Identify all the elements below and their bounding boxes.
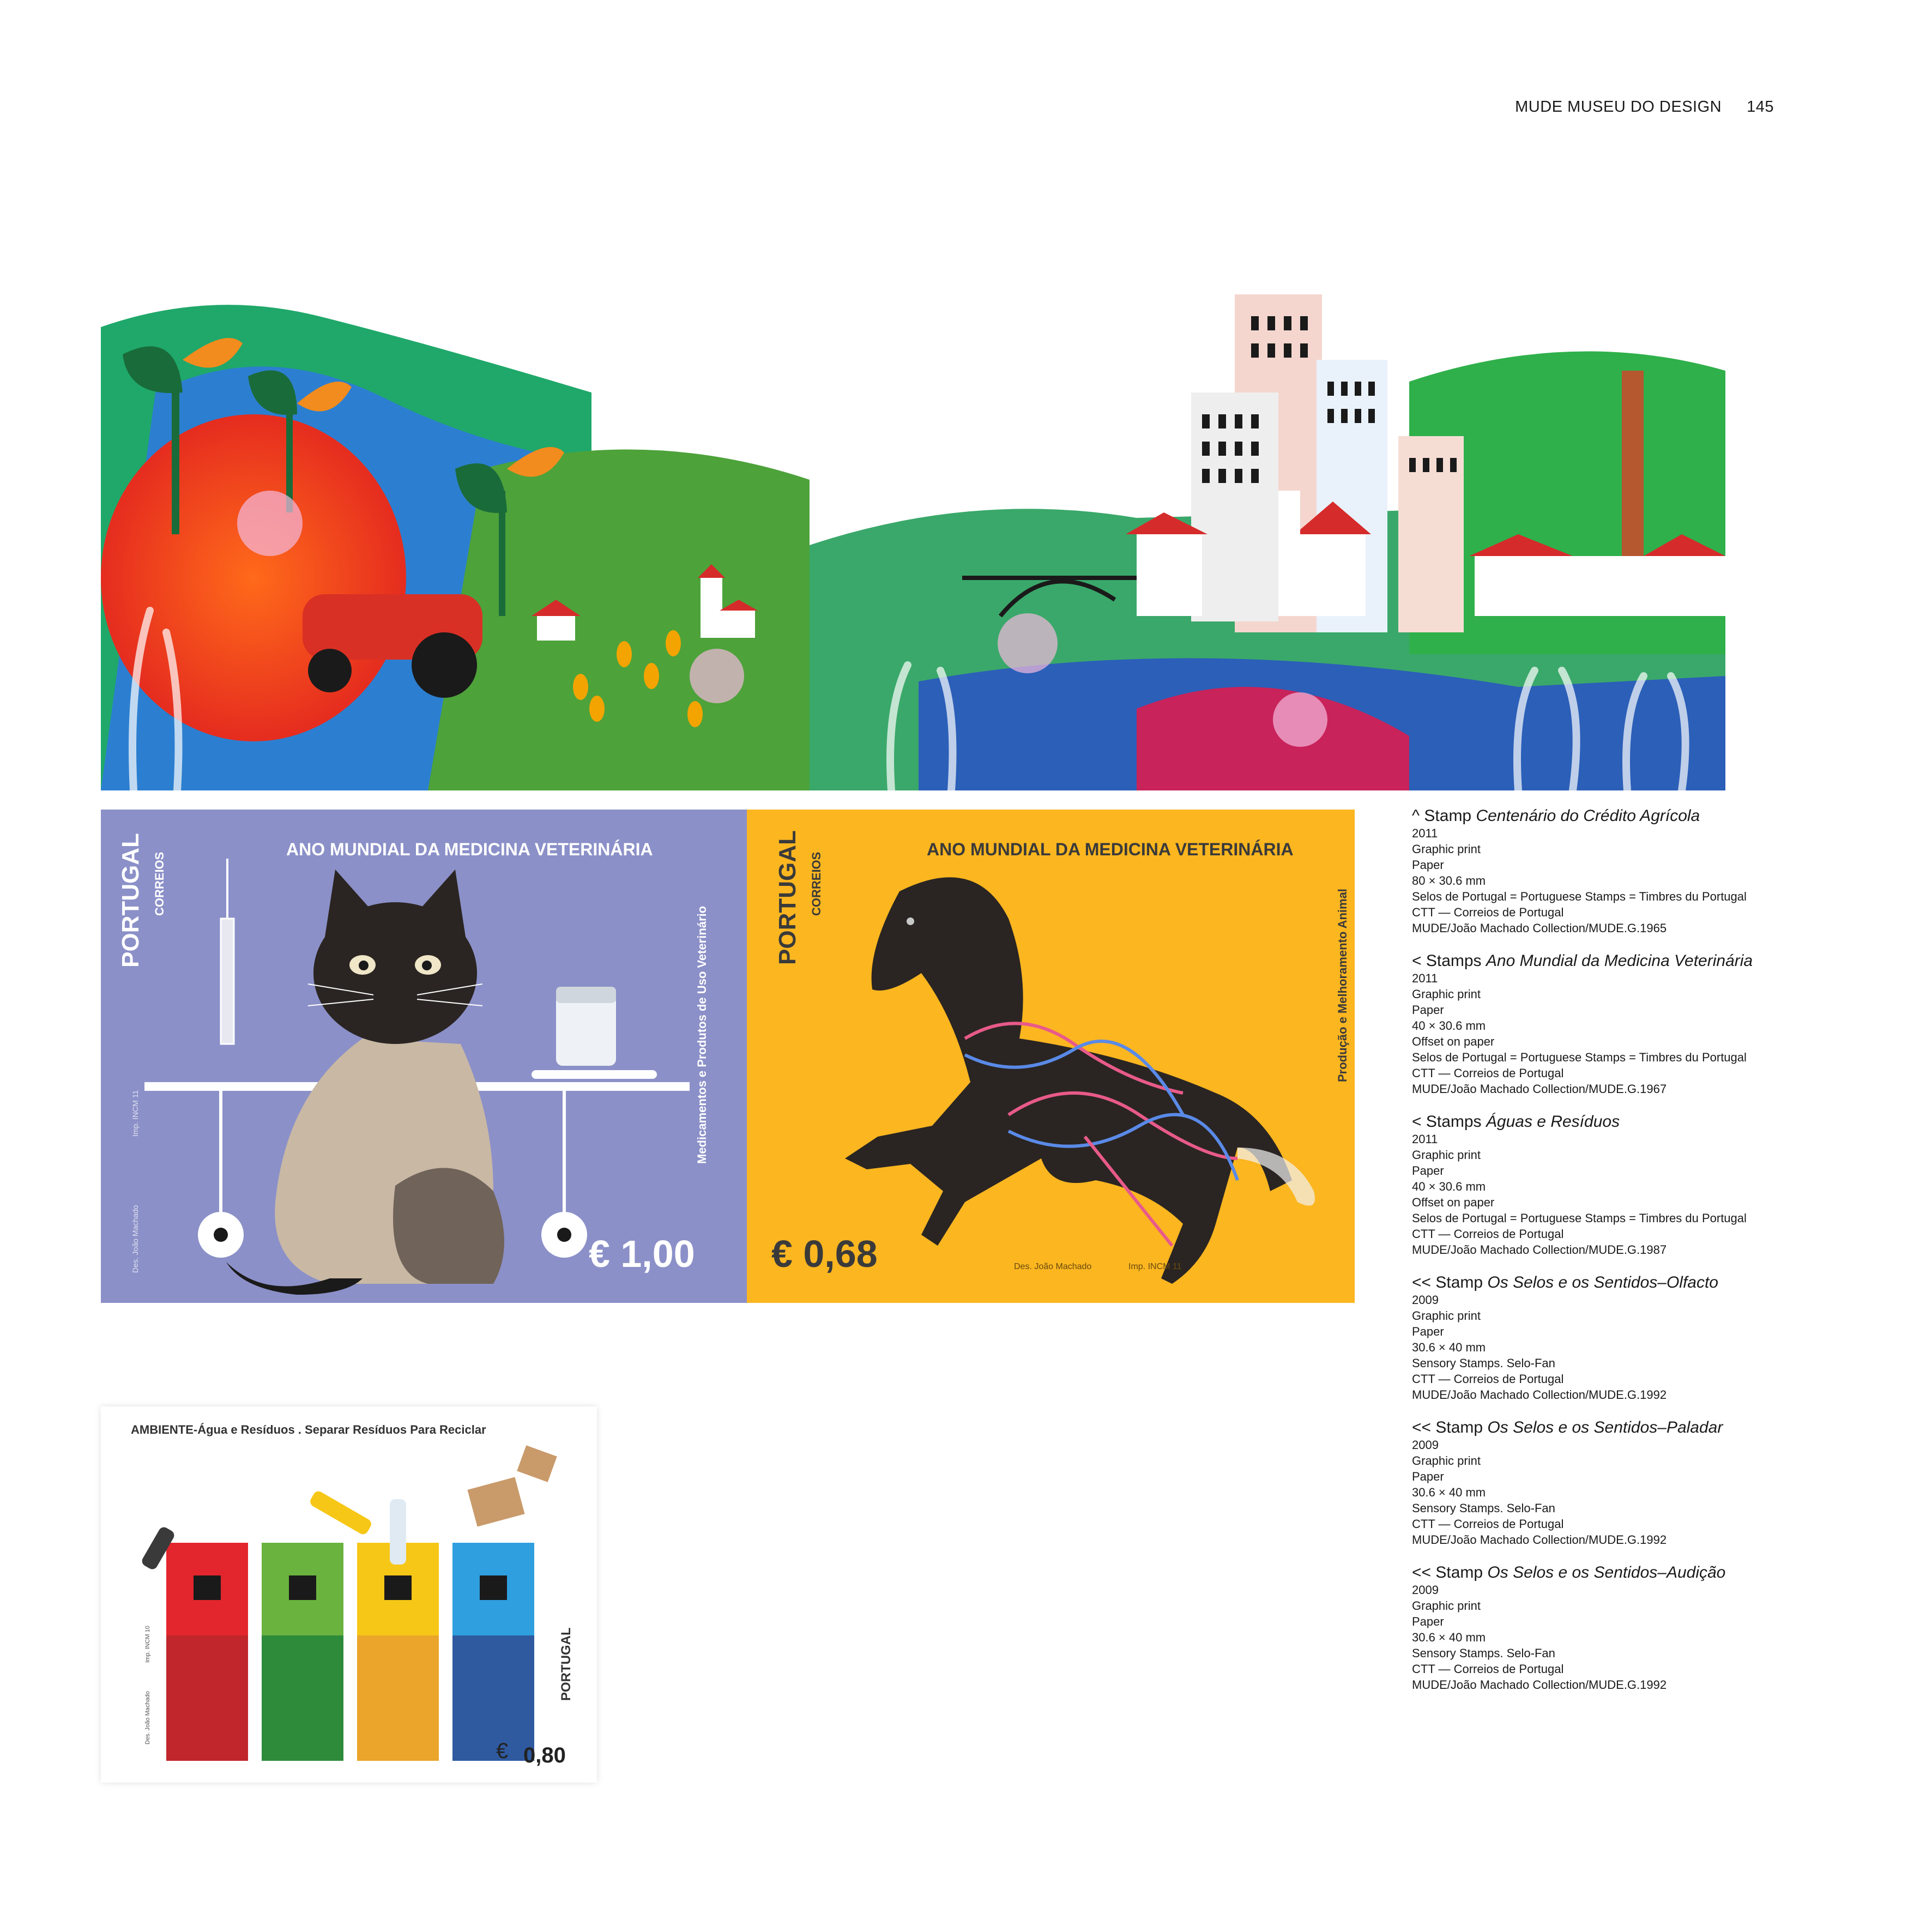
caption-line: Selos de Portugal = Portuguese Stamps = … xyxy=(1412,1050,1747,1064)
page-header: MUDE MUSEU DO DESIGN 145 xyxy=(1515,98,1774,116)
caption-line: CTT — Correios de Portugal xyxy=(1412,1227,1564,1241)
stamp-printer: Imp. INCM 10 xyxy=(144,1626,151,1663)
stamp-currency: € xyxy=(496,1739,509,1763)
caption-title: << Stamp Os Selos e os Sentidos–Audição xyxy=(1412,1563,1726,1581)
stamp-country: PORTUGAL xyxy=(117,833,144,968)
caption-line: 80 × 30.6 mm xyxy=(1412,874,1486,887)
stamp-value: € 0,68 xyxy=(771,1233,878,1275)
stamp-title: AMBIENTE-Água e Resíduos . Separar Resíd… xyxy=(131,1423,486,1436)
stamp-side-text: Medicamentos e Produtos de Uso Veterinár… xyxy=(695,905,709,1164)
caption-line: Graphic print xyxy=(1412,842,1481,856)
caption-block: < Stamps Águas e Resíduos 2011 Graphic p… xyxy=(1412,1113,1794,1258)
caption-line: Graphic print xyxy=(1412,987,1481,1001)
caption-line: 40 × 30.6 mm xyxy=(1412,1180,1486,1193)
stamp-veterinaria-horse: PORTUGAL CORREIOS ANO MUNDIAL DA MEDICIN… xyxy=(747,810,1355,1303)
caption-line: Selos de Portugal = Portuguese Stamps = … xyxy=(1412,890,1747,903)
caption-line: Graphic print xyxy=(1412,1599,1481,1613)
caption-line: MUDE/João Machado Collection/MUDE.G.1992 xyxy=(1412,1388,1667,1402)
caption-line: MUDE/João Machado Collection/MUDE.G.1965 xyxy=(1412,921,1667,935)
caption-line: CTT — Correios de Portugal xyxy=(1412,1372,1564,1386)
caption-line: CTT — Correios de Portugal xyxy=(1412,905,1564,919)
caption-block: << Stamp Os Selos e os Sentidos–Audição … xyxy=(1412,1563,1794,1693)
stamp-printer: Imp. INCM 11 xyxy=(1128,1262,1182,1271)
caption-line: Paper xyxy=(1412,1003,1444,1017)
stamp-title: ANO MUNDIAL DA MEDICINA VETERINÁRIA xyxy=(286,840,653,859)
caption-line: 2011 xyxy=(1412,1132,1438,1146)
caption-line: Selos de Portugal = Portuguese Stamps = … xyxy=(1412,1211,1747,1225)
recycling-bins-illustration xyxy=(142,1445,557,1761)
caption-title: ^ Stamp Centenário do Crédito Agrícola xyxy=(1412,807,1700,825)
caption-line: 2011 xyxy=(1412,971,1438,985)
caption-line: CTT — Correios de Portugal xyxy=(1412,1066,1564,1080)
stamp-aguas-residuos: AMBIENTE-Água e Resíduos . Separar Resíd… xyxy=(101,1406,597,1783)
caption-title: << Stamp Os Selos e os Sentidos–Paladar xyxy=(1412,1418,1723,1436)
caption-block: << Stamp Os Selos e os Sentidos–Paladar … xyxy=(1412,1418,1794,1548)
stamp-designer: Des. João Machado xyxy=(131,1205,140,1273)
caption-line: Offset on paper xyxy=(1412,1196,1495,1209)
caption-line: Paper xyxy=(1412,1325,1444,1338)
caption-line: 2009 xyxy=(1412,1293,1439,1307)
landscape-illustration xyxy=(101,164,1725,790)
stamp-veterinaria-cat: PORTUGAL CORREIOS ANO MUNDIAL DA MEDICIN… xyxy=(101,810,747,1303)
caption-line: 30.6 × 40 mm xyxy=(1412,1631,1486,1644)
caption-line: Paper xyxy=(1412,1470,1444,1483)
stamp-country: PORTUGAL xyxy=(774,830,801,965)
stamp-post: CORREIOS xyxy=(153,852,166,916)
stamp-post: CORREIOS xyxy=(810,852,823,916)
caption-line: 2009 xyxy=(1412,1438,1439,1452)
caption-line: Paper xyxy=(1412,1164,1444,1178)
page-number: 145 xyxy=(1747,98,1774,116)
stamp-printer: Imp. INCM 11 xyxy=(131,1090,140,1137)
caption-line: Graphic print xyxy=(1412,1454,1481,1468)
section-title: MUDE MUSEU DO DESIGN xyxy=(1515,98,1722,116)
caption-line: Paper xyxy=(1412,1615,1444,1628)
cat-illustration xyxy=(144,859,690,1295)
stamp-side-text: Produção e Melhoramento Animal xyxy=(1336,889,1349,1082)
stamp-value: 0,80 xyxy=(523,1743,566,1767)
caption-line: CTT — Correios de Portugal xyxy=(1412,1517,1564,1531)
caption-line: CTT — Correios de Portugal xyxy=(1412,1662,1564,1676)
stamp-country: PORTUGAL xyxy=(559,1627,573,1701)
caption-title: << Stamp Os Selos e os Sentidos–Olfacto xyxy=(1412,1273,1718,1291)
caption-block: ^ Stamp Centenário do Crédito Agrícola 2… xyxy=(1412,807,1794,936)
caption-line: Sensory Stamps. Selo-Fan xyxy=(1412,1501,1555,1515)
caption-line: Sensory Stamps. Selo-Fan xyxy=(1412,1356,1555,1370)
caption-line: MUDE/João Machado Collection/MUDE.G.1992 xyxy=(1412,1533,1667,1547)
caption-line: Graphic print xyxy=(1412,1148,1481,1162)
captions-column: ^ Stamp Centenário do Crédito Agrícola 2… xyxy=(1412,807,1794,1708)
caption-line: 2009 xyxy=(1412,1583,1439,1597)
caption-line: MUDE/João Machado Collection/MUDE.G.1987 xyxy=(1412,1243,1667,1257)
caption-title: < Stamps Águas e Resíduos xyxy=(1412,1113,1620,1131)
stamp-value: € 1,00 xyxy=(589,1233,695,1275)
caption-line: Paper xyxy=(1412,858,1444,872)
caption-title: < Stamps Ano Mundial da Medicina Veterin… xyxy=(1412,952,1753,970)
caption-block: << Stamp Os Selos e os Sentidos–Olfacto … xyxy=(1412,1273,1794,1403)
caption-line: 40 × 30.6 mm xyxy=(1412,1019,1486,1033)
stamp-designer: Des. João Machado xyxy=(144,1691,151,1744)
stamp-credito-agricola xyxy=(101,164,1725,790)
caption-line: Sensory Stamps. Selo-Fan xyxy=(1412,1646,1555,1660)
caption-line: 2011 xyxy=(1412,826,1438,840)
stamp-designer: Des. João Machado xyxy=(1014,1262,1092,1271)
caption-line: 30.6 × 40 mm xyxy=(1412,1341,1486,1354)
stamp-title: ANO MUNDIAL DA MEDICINA VETERINÁRIA xyxy=(927,840,1294,859)
caption-line: Graphic print xyxy=(1412,1309,1481,1323)
caption-line: MUDE/João Machado Collection/MUDE.G.1992 xyxy=(1412,1678,1667,1692)
horse-illustration xyxy=(845,877,1315,1284)
caption-line: Offset on paper xyxy=(1412,1035,1495,1048)
caption-line: MUDE/João Machado Collection/MUDE.G.1967 xyxy=(1412,1082,1667,1096)
caption-line: 30.6 × 40 mm xyxy=(1412,1486,1486,1499)
caption-block: < Stamps Ano Mundial da Medicina Veterin… xyxy=(1412,952,1794,1097)
